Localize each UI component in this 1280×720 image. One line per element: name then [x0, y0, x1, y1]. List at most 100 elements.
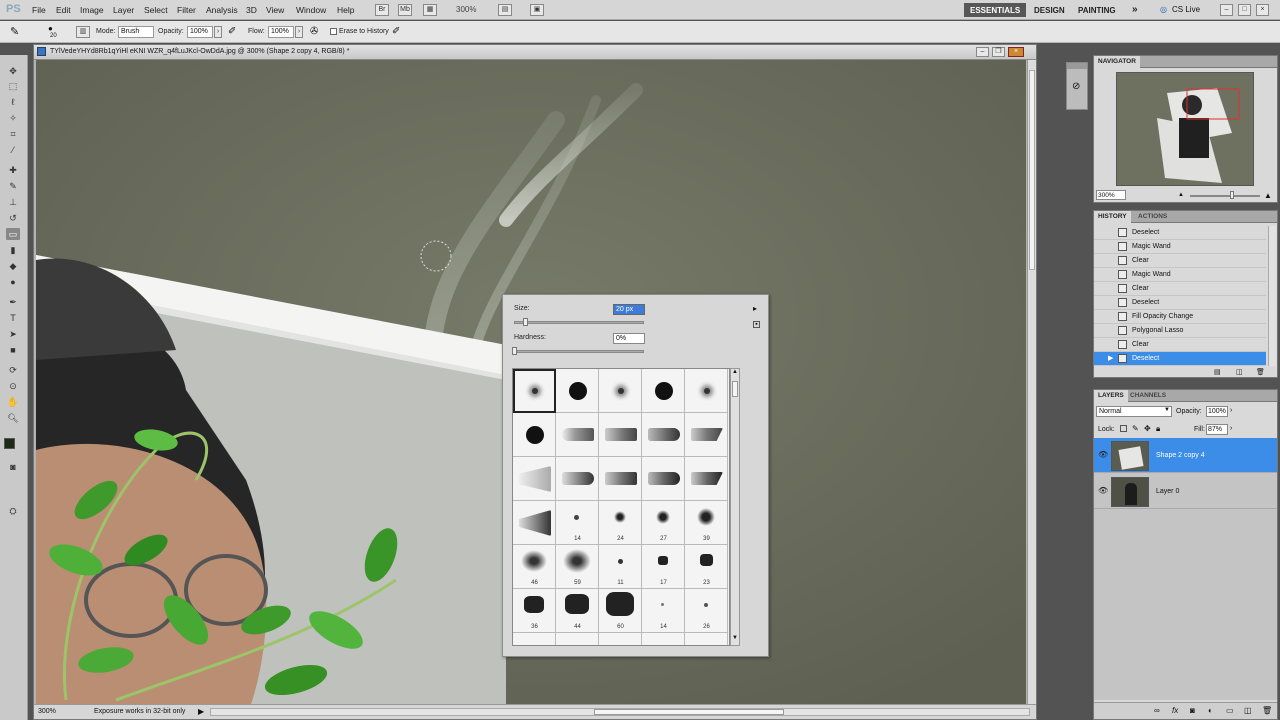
quick-mask-icon[interactable]: ◙: [6, 461, 20, 473]
type-tool-icon[interactable]: T: [6, 312, 20, 324]
brush-preset-chalk-23[interactable]: 23: [685, 545, 728, 589]
brush-preset-star-26[interactable]: 26: [685, 589, 728, 633]
tab-layers[interactable]: LAYERS: [1094, 390, 1128, 402]
3d-rotate-tool-icon[interactable]: ⟳: [6, 364, 20, 376]
delete-layer-icon[interactable]: 🗑︎: [1262, 706, 1272, 715]
history-scrollbar[interactable]: [1268, 226, 1276, 366]
history-item[interactable]: Clear: [1094, 282, 1266, 296]
size-slider-thumb[interactable]: [523, 318, 528, 326]
menu-edit[interactable]: Edit: [56, 5, 71, 15]
brush-preset-soft-round[interactable]: [513, 369, 556, 413]
crop-tool-icon[interactable]: ⌗: [6, 128, 20, 140]
fill-input[interactable]: 87%: [1206, 424, 1228, 435]
history-brush-tool-icon[interactable]: ↺: [6, 212, 20, 224]
zoom-in-icon[interactable]: ▲: [1264, 191, 1272, 200]
brush-grid-scrollbar[interactable]: ▲ ▼: [730, 368, 740, 646]
layer-name[interactable]: Layer 0: [1156, 488, 1179, 495]
brush-preset-soft-round-2[interactable]: [599, 369, 642, 413]
menu-layer[interactable]: Layer: [113, 5, 134, 15]
layer-name[interactable]: Shape 2 copy 4: [1156, 452, 1205, 459]
status-arrow-icon[interactable]: ▶: [198, 707, 204, 716]
3d-orbit-tool-icon[interactable]: ⊙: [6, 380, 20, 392]
pressure-size-icon[interactable]: ✐: [392, 26, 400, 37]
brush-preset-hard-round-2[interactable]: [642, 369, 685, 413]
brush-preset-hard-round[interactable]: [556, 369, 599, 413]
zoom-out-icon[interactable]: ▲: [1178, 192, 1184, 198]
gradient-tool-icon[interactable]: ▮: [6, 244, 20, 256]
adjustment-layer-icon[interactable]: ◐: [1208, 706, 1213, 715]
size-input[interactable]: 20 px: [613, 304, 645, 315]
layer-visibility-eye-icon[interactable]: 👁︎: [1098, 450, 1108, 459]
arrange-icon[interactable]: ▤: [498, 4, 512, 16]
strip-header[interactable]: [1067, 63, 1087, 69]
history-item[interactable]: Polygonal Lasso: [1094, 324, 1266, 338]
scroll-thumb[interactable]: [1029, 70, 1035, 270]
picker-menu-icon[interactable]: ▸: [753, 304, 757, 313]
brush-preset-flat-point[interactable]: [599, 457, 642, 501]
brush-preset-spatter-27[interactable]: 27: [642, 501, 685, 545]
path-select-tool-icon[interactable]: ➤: [6, 328, 20, 340]
zoom-tool-icon[interactable]: 🔍︎: [6, 412, 20, 424]
hardness-input[interactable]: 0%: [613, 333, 645, 344]
status-zoom[interactable]: 300%: [38, 708, 56, 715]
lock-all-icon[interactable]: 🔒︎: [1156, 424, 1160, 434]
history-item[interactable]: Fill Opacity Change: [1094, 310, 1266, 324]
doc-close-icon[interactable]: ×: [1008, 47, 1024, 57]
dodge-tool-icon[interactable]: ●: [6, 276, 20, 288]
brush-grid-scroll-thumb[interactable]: [732, 381, 738, 397]
horizontal-scroll-thumb[interactable]: [594, 709, 784, 715]
add-mask-icon[interactable]: ◙: [1190, 706, 1195, 715]
clone-stamp-tool-icon[interactable]: ⊥: [6, 196, 20, 208]
menu-analysis[interactable]: Analysis: [206, 5, 238, 15]
history-item[interactable]: Clear: [1094, 338, 1266, 352]
screen-mode-tool-icon[interactable]: ⛭: [6, 505, 20, 517]
brush-preset-spatter-24[interactable]: 24: [599, 501, 642, 545]
eyedropper-tool-icon[interactable]: ⁄: [6, 144, 20, 156]
minimize-icon[interactable]: –: [1220, 4, 1233, 16]
brush-preset-spatter-59[interactable]: 59: [556, 545, 599, 589]
brush-preset-bristle-blunt[interactable]: [642, 413, 685, 457]
scroll-up-icon[interactable]: ▲: [732, 369, 738, 375]
foreground-color-swatch[interactable]: [4, 438, 15, 449]
brush-preset-row7-1[interactable]: [513, 633, 556, 645]
history-item[interactable]: Magic Wand: [1094, 268, 1266, 282]
brush-panel-icon[interactable]: ▥: [76, 26, 90, 38]
history-brush-panel-icon[interactable]: ⊘: [1072, 81, 1080, 92]
history-item[interactable]: Deselect: [1094, 226, 1266, 240]
fill-arrow-icon[interactable]: ›: [1230, 425, 1232, 432]
airbrush-icon[interactable]: ✇: [310, 26, 318, 37]
spot-healing-tool-icon[interactable]: ✚: [6, 164, 20, 176]
menu-3d[interactable]: 3D: [246, 5, 257, 15]
menu-image[interactable]: Image: [80, 5, 104, 15]
new-preset-icon[interactable]: ▪: [753, 321, 760, 328]
tab-actions[interactable]: ACTIONS: [1134, 211, 1171, 223]
size-slider[interactable]: [514, 321, 644, 324]
layer-row[interactable]: 👁︎ Shape 2 copy 4: [1094, 438, 1277, 473]
brush-preset-chalk-44[interactable]: 44: [556, 589, 599, 633]
layer-opacity-input[interactable]: 100%: [1206, 406, 1228, 417]
brush-preset-chalk-11[interactable]: 11: [599, 545, 642, 589]
navigator-zoom-slider[interactable]: [1190, 195, 1260, 197]
flow-input[interactable]: 100%: [268, 26, 294, 38]
hardness-slider[interactable]: [514, 350, 644, 353]
brush-preset-icon[interactable]: ●: [48, 24, 53, 33]
eraser-tool-icon[interactable]: ▭: [6, 228, 20, 240]
brush-preset-hard-round-3[interactable]: [513, 413, 556, 457]
navigator-preview[interactable]: [1116, 72, 1254, 186]
link-layers-icon[interactable]: ∞: [1154, 706, 1160, 715]
brush-preset-chalk-60[interactable]: 60: [599, 589, 642, 633]
brush-preset-fan-2[interactable]: [513, 501, 556, 545]
mode-select[interactable]: Brush: [118, 26, 154, 38]
lasso-tool-icon[interactable]: ℓ: [6, 96, 20, 108]
tab-channels[interactable]: CHANNELS: [1126, 390, 1170, 402]
workspace-painting[interactable]: PAINTING: [1072, 3, 1122, 17]
brush-preset-bristle-point[interactable]: [556, 413, 599, 457]
brush-preset-spatter-39[interactable]: 39: [685, 501, 728, 545]
brush-tool-icon[interactable]: ✎: [6, 180, 20, 192]
history-item[interactable]: Magic Wand: [1094, 240, 1266, 254]
menu-file[interactable]: File: [32, 5, 46, 15]
zoom-level[interactable]: 300%: [456, 5, 476, 14]
new-layer-icon[interactable]: ◫: [1244, 706, 1252, 715]
brush-preset-spatter-14[interactable]: 14: [556, 501, 599, 545]
brush-preset-row7-2[interactable]: [556, 633, 599, 645]
